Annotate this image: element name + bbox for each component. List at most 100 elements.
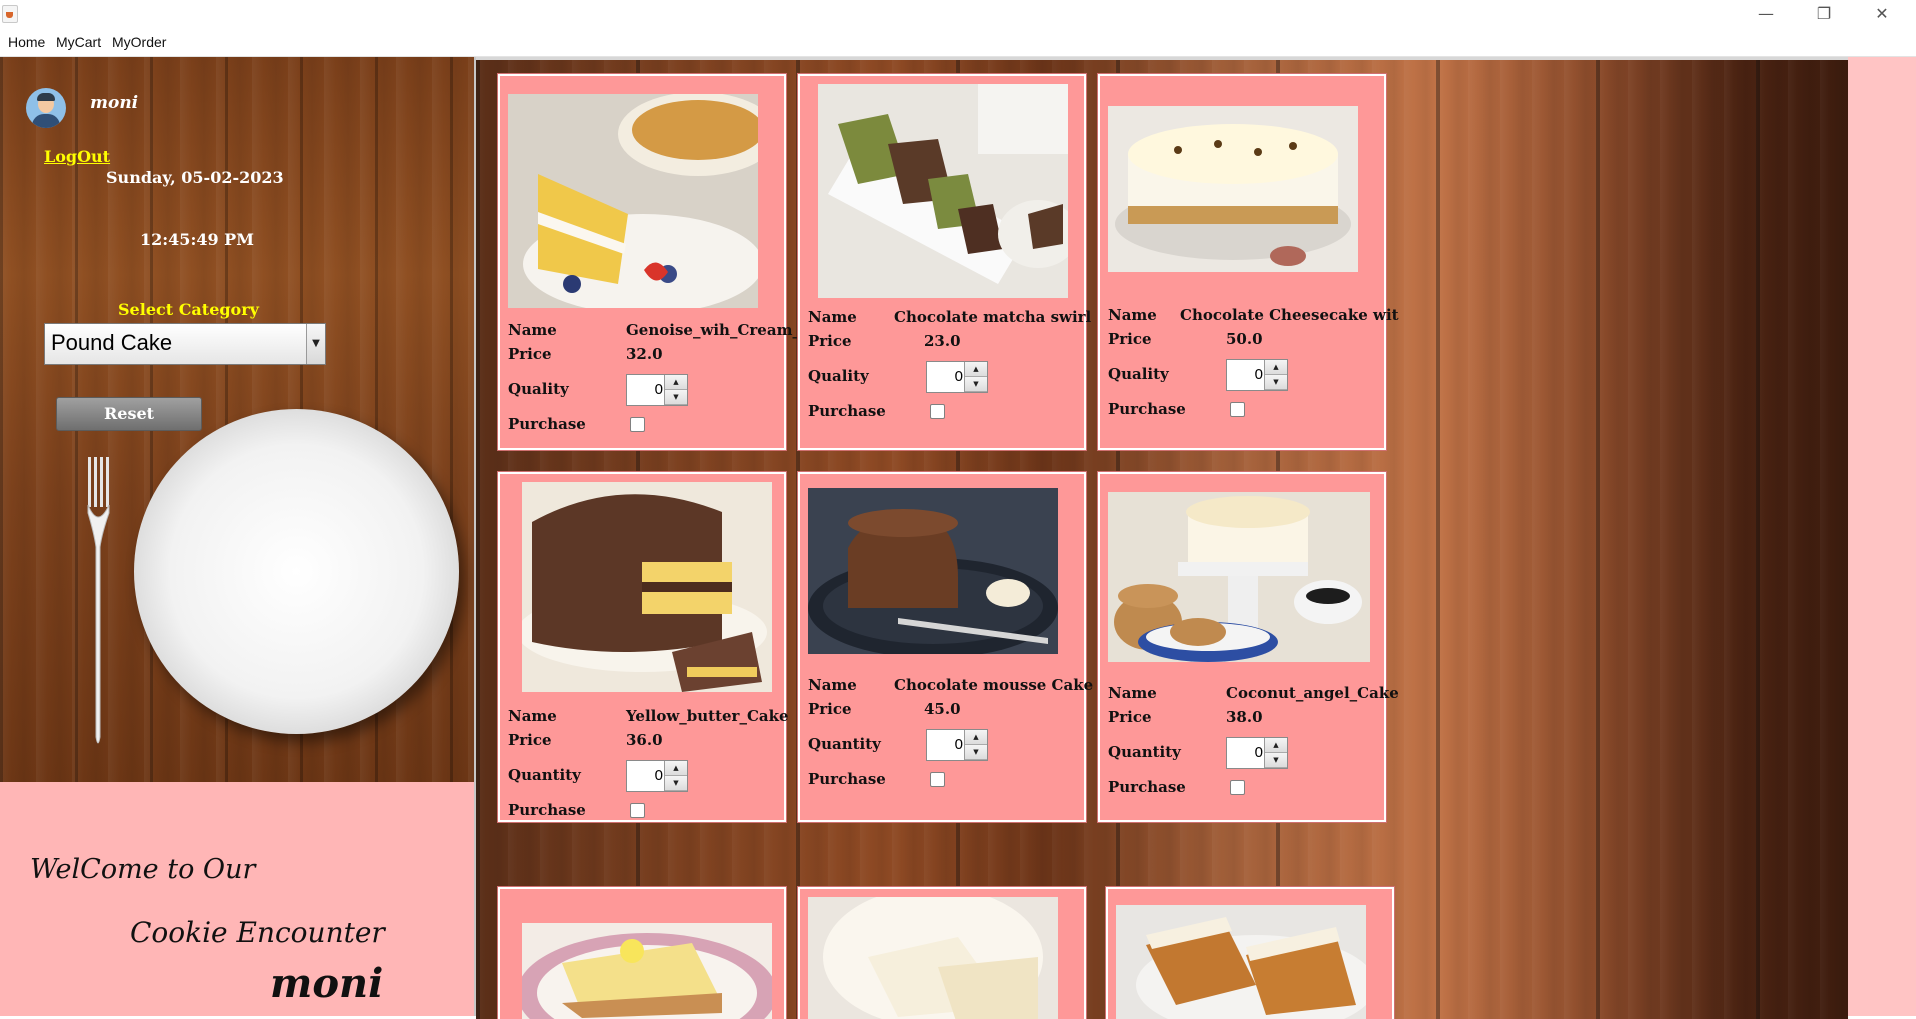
product-price: 32.0 [626,345,663,363]
quantity-spinner[interactable]: 0 ▲ ▼ [926,361,988,393]
quantity-spinner[interactable]: 0 ▲ ▼ [626,374,688,406]
price-label: Price [808,700,852,718]
quantity-value: 0 [654,767,663,784]
product-card: Name Yellow_butter_Cake Price 36.0 Quant… [497,471,789,823]
category-select[interactable]: Pound Cake ▼ [44,323,326,365]
spin-down-icon[interactable]: ▼ [665,390,687,405]
quantity-spinner[interactable]: 0 ▲ ▼ [1226,359,1288,391]
spin-up-icon[interactable]: ▲ [1265,360,1287,375]
product-card: Name Coconut_angel_Cake Price 38.0 Quant… [1097,471,1399,823]
product-card: Name Genoise_wih_Cream_Cake Price 32.0 Q… [497,73,842,451]
product-image [1108,106,1358,272]
quantity-spinner[interactable]: 0 ▲ ▼ [1226,737,1288,769]
purchase-checkbox[interactable] [930,772,945,787]
fork-image [87,457,110,744]
price-label: Price [1108,708,1152,726]
quantity-value: 0 [1254,744,1263,761]
purchase-label: Purchase [808,402,886,420]
welcome-username: moni [270,960,384,1007]
spin-down-icon[interactable]: ▼ [965,745,987,760]
purchase-checkbox[interactable] [630,803,645,818]
name-label: Name [508,321,557,339]
shop-name: Cookie Encounter [130,916,385,949]
product-price: 45.0 [924,700,961,718]
chevron-down-icon[interactable]: ▼ [306,324,325,364]
name-label: Name [1108,684,1157,702]
quantity-label: Quantity [508,766,581,784]
logout-link[interactable]: LogOut [44,147,110,166]
product-card: Name Chocolate Cheesecake wit Price 50.0… [1097,73,1399,451]
reset-button[interactable]: Reset [56,397,202,431]
price-label: Price [508,345,552,363]
purchase-label: Purchase [1108,778,1186,796]
welcome-panel: WelCome to Our Cookie Encounter moni [0,782,474,1016]
price-label: Price [808,332,852,350]
product-price: 23.0 [924,332,961,350]
spin-down-icon[interactable]: ▼ [1265,375,1287,390]
spin-down-icon[interactable]: ▼ [665,776,687,791]
spin-up-icon[interactable]: ▲ [965,362,987,377]
product-price: 36.0 [626,731,663,749]
quantity-value: 0 [954,368,963,385]
spin-up-icon[interactable]: ▲ [1265,738,1287,753]
purchase-checkbox[interactable] [630,417,645,432]
quantity-value: 0 [954,736,963,753]
product-card [797,886,1087,1019]
products-panel: Name Genoise_wih_Cream_Cake Price 32.0 Q… [476,57,1848,1019]
spin-up-icon[interactable]: ▲ [965,730,987,745]
name-label: Name [1108,306,1157,324]
spin-up-icon[interactable]: ▲ [665,375,687,390]
spin-down-icon[interactable]: ▼ [965,377,987,392]
purchase-checkbox[interactable] [1230,780,1245,795]
purchase-label: Purchase [508,415,586,433]
purchase-checkbox[interactable] [1230,402,1245,417]
product-name: Chocolate mousse Cake [894,676,1094,694]
product-name: Yellow_butter_Cake [626,707,789,725]
product-name: Coconut_angel_Cake [1226,684,1399,702]
name-label: Name [508,707,557,725]
name-label: Name [808,308,857,326]
price-label: Price [508,731,552,749]
price-label: Price [1108,330,1152,348]
quantity-value: 0 [1254,366,1263,383]
minimize-button[interactable]: — [1742,0,1790,30]
product-image [1108,492,1370,662]
product-price: 38.0 [1226,708,1263,726]
menu-myorder[interactable]: MyOrder [112,34,166,50]
plate-image [134,409,459,734]
category-value: Pound Cake [51,330,173,355]
product-card: Name Chocolate matcha swirl Price 23.0 Q… [797,73,1091,451]
date-label: Sunday, 05-02-2023 [106,168,284,187]
sidebar-panel: moni LogOut Sunday, 05-02-2023 12:45:49 … [0,57,474,782]
quantity-value: 0 [654,381,663,398]
purchase-checkbox[interactable] [930,404,945,419]
quantity-label: Quality [508,380,569,398]
quantity-spinner[interactable]: 0 ▲ ▼ [926,729,988,761]
menu-home[interactable]: Home [8,34,45,50]
product-name: Chocolate Cheesecake wit [1180,306,1399,324]
user-avatar-icon [26,88,66,128]
menu-mycart[interactable]: MyCart [56,34,101,50]
right-edge-panel [1848,57,1916,1016]
product-card [497,886,787,1019]
product-image [808,897,1058,1019]
product-price: 50.0 [1226,330,1263,348]
spin-up-icon[interactable]: ▲ [665,761,687,776]
maximize-button[interactable]: ❐ [1800,0,1848,30]
welcome-heading: WelCome to Our [30,854,256,885]
spin-down-icon[interactable]: ▼ [1265,753,1287,768]
purchase-label: Purchase [808,770,886,788]
product-image [522,482,772,692]
menu-bar: Home MyCart MyOrder [0,30,1916,57]
product-image [1116,905,1366,1019]
product-card: Name Chocolate mousse Cake Price 45.0 Qu… [797,471,1093,823]
purchase-label: Purchase [1108,400,1186,418]
product-card [1105,886,1395,1019]
purchase-label: Purchase [508,801,586,819]
quantity-spinner[interactable]: 0 ▲ ▼ [626,760,688,792]
close-button[interactable]: ✕ [1858,0,1906,30]
name-label: Name [808,676,857,694]
username-label: moni [90,93,139,113]
select-category-label: Select Category [118,300,259,319]
quantity-label: Quantity [808,735,881,753]
